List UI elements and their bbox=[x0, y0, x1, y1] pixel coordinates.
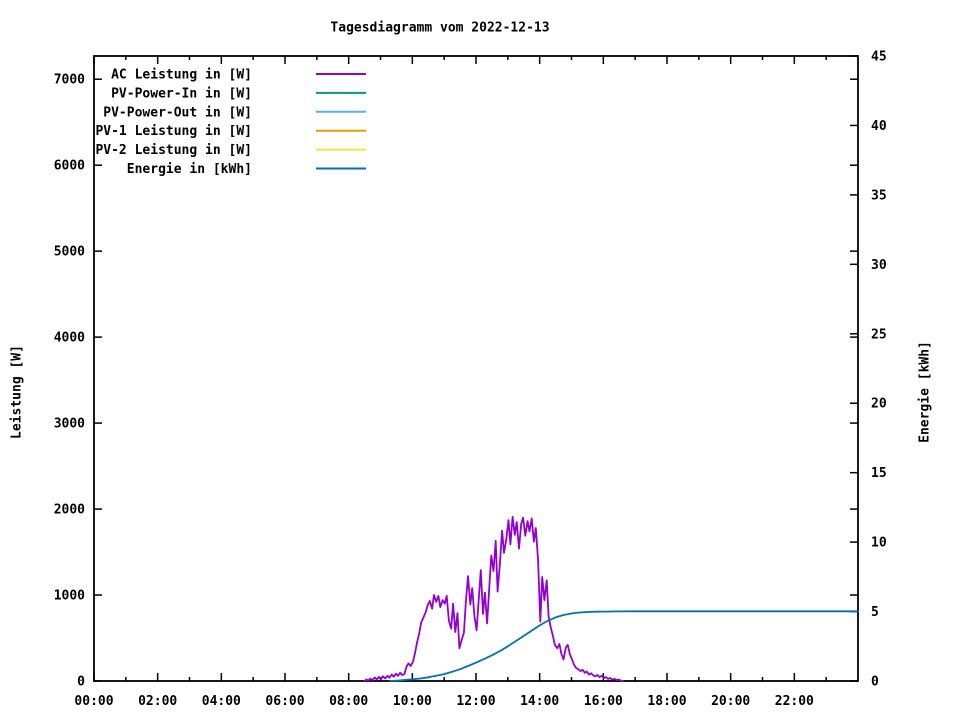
x-tick-label: 22:00 bbox=[775, 694, 814, 709]
y2-tick-label: 25 bbox=[871, 327, 887, 342]
legend-label-ac: AC Leistung in [W] bbox=[111, 68, 252, 83]
x-tick-label: 08:00 bbox=[329, 694, 368, 709]
series-line-ac bbox=[363, 515, 624, 682]
x-tick-label: 14:00 bbox=[520, 694, 559, 709]
x-tick-label: 04:00 bbox=[202, 694, 241, 709]
legend-label-pv_in: PV-Power-In in [W] bbox=[111, 86, 252, 101]
legend-label-energie: Energie in [kWh] bbox=[127, 162, 252, 177]
y2-tick-label: 15 bbox=[871, 466, 887, 481]
x-tick-label: 02:00 bbox=[138, 694, 177, 709]
x-tick-label: 12:00 bbox=[456, 694, 495, 709]
y1-tick-label: 6000 bbox=[54, 159, 85, 174]
plot-canvas: 00:00 02:00 04:00 06:00 08:00 10:00 12:00 14:00… bbox=[54, 50, 887, 710]
y1-tick-label: 1000 bbox=[54, 589, 85, 604]
x-tick-label: 06:00 bbox=[265, 694, 304, 709]
y1-tick-label: 5000 bbox=[54, 245, 85, 260]
x-tick-label: 00:00 bbox=[74, 694, 113, 709]
y2-tick-label: 30 bbox=[871, 258, 887, 273]
x-tick-label: 18:00 bbox=[647, 694, 686, 709]
y2-tick-label: 40 bbox=[871, 119, 887, 134]
y1-tick-label: 7000 bbox=[54, 73, 85, 88]
y2-tick-label: 10 bbox=[871, 536, 887, 551]
gnuplot-daily-chart: Tagesdiagramm vom 2022-12-13 Leistung [W… bbox=[0, 0, 960, 720]
legend-label-pv1: PV-1 Leistung in [W] bbox=[95, 124, 252, 139]
y1-tick-label: 3000 bbox=[54, 417, 85, 432]
y2-tick-label: 5 bbox=[871, 605, 879, 620]
x-tick-label: 20:00 bbox=[711, 694, 750, 709]
y2-tick-label: 0 bbox=[871, 675, 879, 690]
y1-tick-label: 4000 bbox=[54, 331, 85, 346]
x-tick-label: 10:00 bbox=[393, 694, 432, 709]
legend-label-pv_out: PV-Power-Out in [W] bbox=[103, 105, 252, 120]
y1-tick-label: 0 bbox=[77, 675, 85, 690]
x-tick-label: 16:00 bbox=[584, 694, 623, 709]
y2-tick-label: 20 bbox=[871, 397, 887, 412]
y2-tick-label: 35 bbox=[871, 188, 887, 203]
y1-tick-label: 2000 bbox=[54, 503, 85, 518]
legend-label-pv2: PV-2 Leistung in [W] bbox=[95, 143, 252, 158]
y2-tick-label: 45 bbox=[871, 50, 887, 65]
